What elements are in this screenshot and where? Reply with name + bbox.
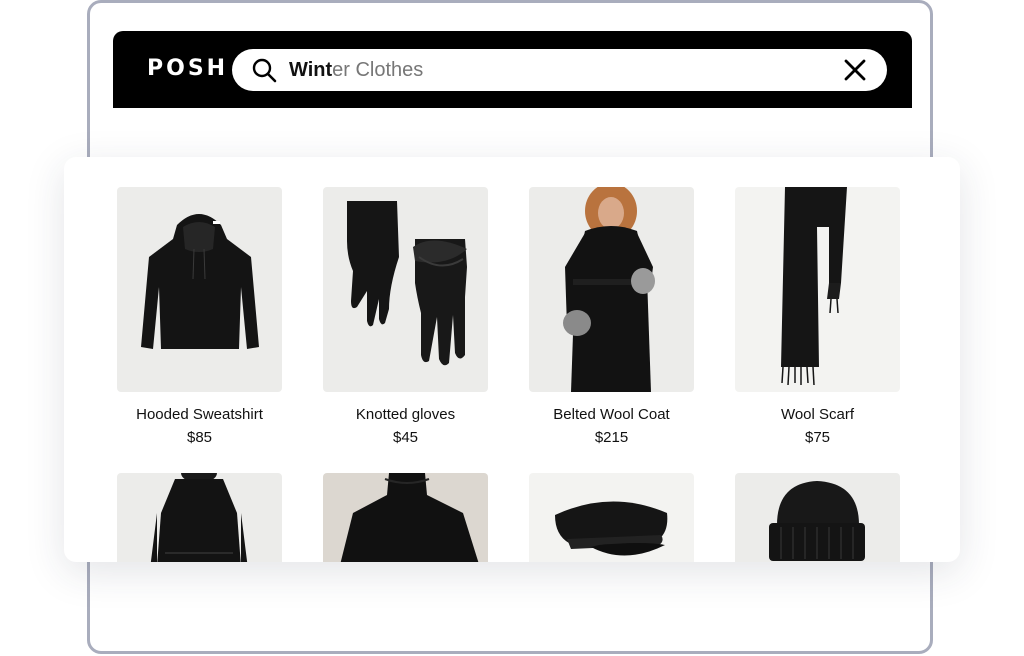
posh-logo[interactable]: POSH — [147, 55, 228, 83]
product-image[interactable] — [735, 187, 900, 392]
product-price: $215 — [594, 429, 629, 446]
search-results-panel: Hooded Sweatshirt $85 Knotted gloves $45 — [64, 157, 960, 562]
product-card[interactable]: Knotted gloves $45 — [323, 187, 488, 447]
product-name[interactable]: Knotted gloves — [323, 406, 488, 424]
product-image[interactable] — [323, 187, 488, 392]
product-card[interactable] — [529, 473, 694, 562]
product-card[interactable]: Belted Wool Coat $215 — [529, 187, 694, 447]
product-card[interactable]: Hooded Sweatshirt $85 — [117, 187, 282, 447]
product-image[interactable] — [117, 473, 282, 562]
gloves-icon — [347, 201, 467, 366]
product-name[interactable]: Hooded Sweatshirt — [117, 406, 282, 424]
hoodie-icon — [141, 214, 259, 349]
cap-icon — [555, 501, 668, 556]
search-icon — [252, 58, 277, 83]
product-image[interactable] — [117, 187, 282, 392]
top-bar: POSH Winter Clothes — [113, 31, 912, 108]
search-bar[interactable]: Winter Clothes — [232, 49, 887, 91]
product-image[interactable] — [529, 473, 694, 562]
beanie-icon — [769, 481, 865, 561]
product-price: $45 — [392, 429, 419, 446]
scarf-icon — [781, 187, 847, 386]
product-image[interactable] — [735, 473, 900, 562]
product-name[interactable]: Wool Scarf — [735, 406, 900, 424]
product-price: $75 — [804, 429, 831, 446]
product-name[interactable]: Belted Wool Coat — [529, 406, 694, 424]
product-image[interactable] — [529, 187, 694, 392]
jacket-back-icon — [150, 473, 248, 562]
product-card[interactable]: Wool Scarf $75 — [735, 187, 900, 447]
search-input[interactable]: Winter Clothes — [289, 58, 423, 82]
product-image[interactable] — [323, 473, 488, 562]
turtleneck-icon — [340, 473, 479, 562]
product-card[interactable] — [735, 473, 900, 562]
close-icon[interactable] — [842, 57, 868, 83]
product-card[interactable] — [323, 473, 488, 562]
product-card[interactable] — [117, 473, 282, 562]
coat-icon — [563, 187, 655, 392]
product-price: $85 — [186, 429, 213, 446]
search-suggestion-text: er Clothes — [332, 59, 424, 81]
search-typed-text: Wint — [289, 59, 333, 81]
